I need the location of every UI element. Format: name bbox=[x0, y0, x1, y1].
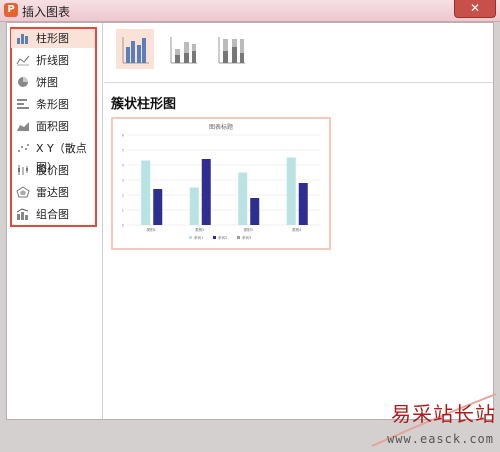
sidebar-item-label: 饼图 bbox=[36, 76, 58, 89]
x-tick-label: 类别1 bbox=[147, 227, 156, 232]
sidebar-item-label: 面积图 bbox=[36, 120, 69, 133]
pie-chart-icon bbox=[18, 77, 28, 87]
legend-label: 系列3 bbox=[242, 235, 251, 240]
y-tick-label: 1 bbox=[122, 209, 124, 213]
sidebar-item-label: 雷达图 bbox=[36, 186, 69, 199]
bar-系列1-2 bbox=[238, 172, 248, 225]
x-tick-label: 类别2 bbox=[195, 227, 204, 232]
bar-系列1-0 bbox=[141, 160, 151, 225]
sidebar-item-label: 柱形图 bbox=[36, 32, 69, 45]
sidebar-item-label: 折线图 bbox=[36, 54, 69, 67]
line-chart-icon bbox=[16, 55, 30, 66]
stacked-column-icon bbox=[170, 37, 197, 64]
scatter-chart-icon bbox=[18, 144, 29, 152]
legend-swatch bbox=[213, 236, 216, 239]
sidebar-item-scatter-chart[interactable]: X Y（散点图） bbox=[11, 139, 95, 174]
bar-系列2-0 bbox=[153, 189, 163, 225]
chart-preview[interactable]: 图表标题 0 1 2 3 4 5 6 类别1 类别2 类别3 类别4 系列1 系列2 系列3 bbox=[111, 117, 331, 250]
bar-系列1-3 bbox=[286, 157, 296, 225]
sidebar-item-label: 组合图 bbox=[36, 208, 69, 221]
section-title: 簇状柱形图 bbox=[111, 97, 177, 112]
bar-系列1-1 bbox=[189, 187, 199, 225]
combo-chart-icon bbox=[16, 208, 29, 220]
y-tick-label: 3 bbox=[122, 179, 124, 183]
subtype-clustered-column[interactable] bbox=[116, 29, 154, 69]
sidebar-item-area-chart[interactable]: 面积图 bbox=[11, 117, 95, 136]
legend-swatch bbox=[237, 236, 240, 239]
dialog-body: 柱形图折线图饼图条形图面积图 X Y（散点图）股价图雷达图组合图 bbox=[6, 22, 494, 420]
app-icon: P bbox=[4, 3, 18, 17]
y-tick-label: 6 bbox=[122, 134, 124, 138]
sidebar-item-pie-chart[interactable]: 饼图 bbox=[11, 73, 95, 92]
bar-系列2-2 bbox=[250, 198, 260, 225]
legend-label: 系列1 bbox=[194, 235, 203, 240]
watermark-url: www.easck.com bbox=[387, 432, 494, 446]
watermark-title: 易采站长站 bbox=[391, 402, 496, 426]
title-bar: P 插入图表 ✕ bbox=[0, 0, 500, 22]
close-button[interactable]: ✕ bbox=[454, 0, 496, 18]
sidebar-item-bar-chart[interactable]: 条形图 bbox=[11, 95, 95, 114]
sidebar-item-combo-chart[interactable]: 组合图 bbox=[11, 205, 95, 224]
bar-chart-icon bbox=[17, 99, 29, 109]
chart-title: 图表标题 bbox=[209, 123, 233, 131]
sidebar-item-stock-chart[interactable]: 股价图 bbox=[11, 161, 95, 180]
insert-chart-dialog: P 插入图表 ✕ 柱形图折线图饼图条形图面积图 X Y（散点图） 股价图雷达图组合图 bbox=[0, 0, 500, 452]
dialog-title: 插入图表 bbox=[22, 5, 71, 19]
y-tick-label: 0 bbox=[122, 224, 124, 228]
y-tick-label: 4 bbox=[122, 164, 125, 168]
sidebar-item-radar-chart[interactable]: 雷达图 bbox=[11, 183, 95, 202]
column-chart-icon bbox=[17, 34, 28, 44]
divider bbox=[104, 82, 493, 83]
bar-系列2-1 bbox=[201, 159, 211, 225]
clustered-column-icon bbox=[122, 37, 149, 64]
stock-chart-icon bbox=[18, 165, 28, 175]
chart-type-sidebar: 柱形图折线图饼图条形图面积图 X Y（散点图） 股价图雷达图组合图 bbox=[7, 23, 103, 419]
percent-stacked-column-icon bbox=[218, 37, 245, 64]
sidebar-item-line-chart[interactable]: 折线图 bbox=[11, 51, 95, 70]
subtype-stacked-column[interactable] bbox=[164, 29, 202, 69]
legend-swatch bbox=[189, 236, 192, 239]
radar-chart-icon bbox=[16, 186, 30, 198]
sidebar-item-label: 股价图 bbox=[36, 164, 69, 177]
y-tick-label: 2 bbox=[122, 194, 124, 198]
legend-label: 系列2 bbox=[218, 235, 227, 240]
subtype-percent-stacked-column[interactable] bbox=[212, 29, 250, 69]
sidebar-item-label: 条形图 bbox=[36, 98, 69, 111]
x-tick-label: 类别3 bbox=[244, 227, 253, 232]
sidebar-item-column-chart[interactable]: 柱形图 bbox=[11, 29, 95, 48]
y-tick-label: 5 bbox=[122, 149, 124, 153]
area-chart-icon bbox=[17, 122, 29, 131]
bar-系列2-3 bbox=[298, 183, 308, 225]
x-tick-label: 类别4 bbox=[292, 227, 302, 232]
preview-chart-svg: 图表标题 0 1 2 3 4 5 6 类别1 类别2 类别3 类别4 系列1 系列2 系列3 bbox=[122, 123, 321, 240]
chart-main-panel: 簇状柱形图 图表标题 0 1 2 3 4 5 6 类别1 类别2 类别3 类别4 系列1 系列2 系列3 bbox=[104, 23, 493, 419]
